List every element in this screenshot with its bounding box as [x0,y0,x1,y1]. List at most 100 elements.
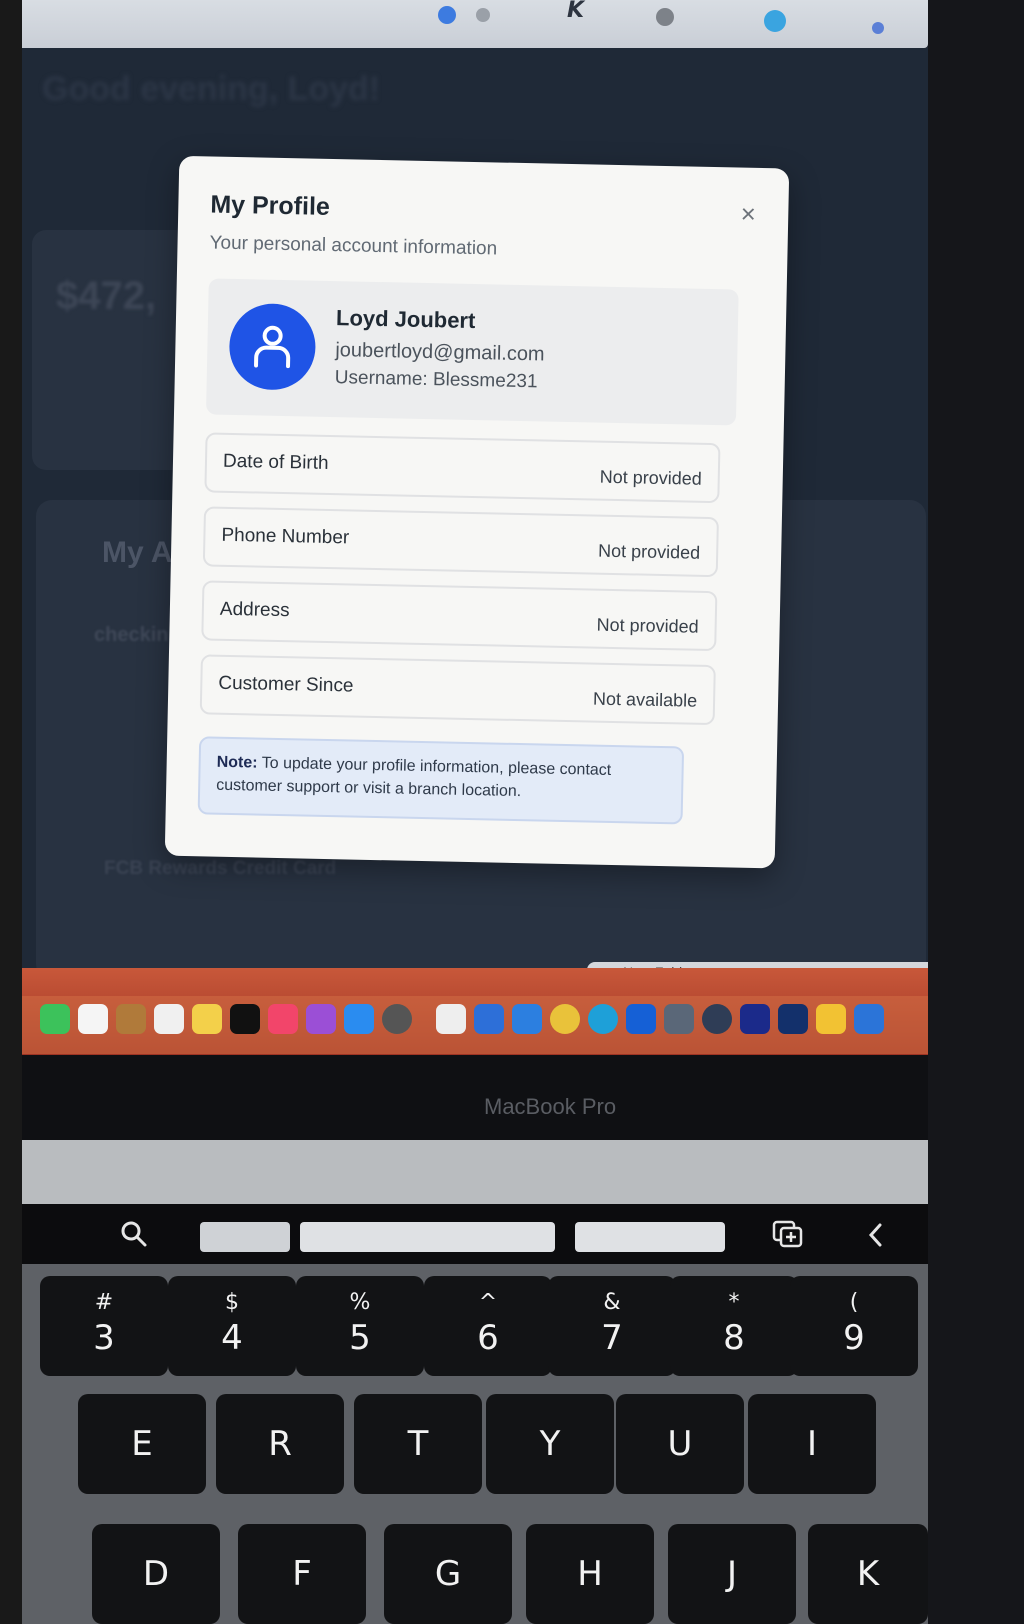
edge-icon[interactable] [588,1004,618,1034]
key-shift-symbol: ^ [478,1290,498,1315]
macbook-label: MacBook Pro [484,1094,617,1119]
key-shift-symbol: % [349,1290,371,1315]
field-value: Not provided [599,466,702,489]
apple-tv-icon[interactable] [230,1004,260,1034]
field-label: Address [219,598,290,622]
key-letter: E [131,1424,153,1464]
key-e[interactable]: E [78,1394,206,1494]
key-letter: H [577,1554,603,1594]
reminders-icon[interactable] [154,1004,184,1034]
key-letter: T [407,1424,429,1464]
textedit-icon[interactable] [436,1004,466,1034]
key-y[interactable]: Y [486,1394,614,1494]
touchbar-thumbnail[interactable] [200,1222,290,1252]
photo-right-edge [928,0,1024,1624]
clock-app-icon[interactable] [702,1004,732,1034]
k-menu-icon[interactable]: K [567,0,584,23]
menu-bar: K [22,0,928,48]
note-prefix: Note: [216,753,258,772]
disk-utility-icon[interactable] [664,1004,694,1034]
calendar-icon[interactable] [78,1004,108,1034]
key-f[interactable]: F [238,1524,366,1624]
key-shift-symbol: $ [225,1290,239,1315]
key-6[interactable]: ^ 6 [424,1276,552,1376]
status-icon[interactable] [656,8,674,26]
credit-card-label[interactable]: FCB Rewards Credit Card [104,858,336,880]
key-letter: D [142,1554,170,1594]
user-name: Loyd Joubert [335,305,476,334]
key-shift-symbol: * [728,1290,740,1315]
facetime-icon[interactable] [40,1004,70,1034]
key-3[interactable]: # 3 [40,1276,168,1376]
key-shift-symbol: # [94,1290,114,1315]
user-username: Username: Blessme231 [334,367,538,393]
note-text: To update your profile information, plea… [216,754,612,801]
duplicate-icon[interactable] [772,1220,804,1248]
greeting-text: Good evening, Loyd! [42,70,381,108]
status-dot-icon[interactable] [764,10,786,32]
folder-icon[interactable] [816,1004,846,1034]
volume-icon[interactable] [476,8,490,22]
field-address: Address Not provided [201,580,718,652]
key-h[interactable]: H [526,1524,654,1624]
preview-icon[interactable] [474,1004,504,1034]
key-9[interactable]: ( 9 [790,1276,918,1376]
field-phone-number: Phone Number Not provided [202,506,719,578]
key-letter: I [806,1424,818,1464]
key-digit: 5 [349,1318,371,1358]
siri-icon[interactable] [872,22,884,34]
key-letter: Y [539,1424,561,1464]
testing-app-icon[interactable] [778,1004,808,1034]
key-d[interactable]: D [92,1524,220,1624]
touchbar-thumbnail[interactable] [300,1222,555,1252]
key-4[interactable]: $ 4 [168,1276,296,1376]
key-5[interactable]: % 5 [296,1276,424,1376]
windows-app-icon[interactable] [512,1004,542,1034]
key-shift-symbol: & [603,1290,621,1315]
podcasts-icon[interactable] [306,1004,336,1034]
key-u[interactable]: U [616,1394,744,1494]
key-7[interactable]: & 7 [548,1276,676,1376]
app-store-icon[interactable] [344,1004,374,1034]
field-value: Not provided [597,540,701,563]
system-settings-icon[interactable] [382,1004,412,1034]
key-j[interactable]: J [668,1524,796,1624]
touchbar-thumbnail[interactable] [575,1222,725,1252]
pen-app-icon[interactable] [740,1004,770,1034]
key-digit: 6 [477,1318,499,1358]
laptop-bezel [22,1055,928,1145]
field-customer-since: Customer Since Not available [199,654,716,726]
field-label: Date of Birth [222,450,329,474]
profile-modal: My Profile Your personal account informa… [164,155,790,869]
key-digit: 8 [723,1318,745,1358]
chevron-left-icon[interactable] [866,1222,884,1248]
music-icon[interactable] [268,1004,298,1034]
close-icon[interactable]: × [734,199,763,229]
contacts-icon[interactable] [116,1004,146,1034]
update-info-note: Note: To update your profile information… [197,736,685,825]
key-g[interactable]: G [384,1524,512,1624]
telegram-icon[interactable] [438,6,456,24]
key-r[interactable]: R [216,1394,344,1494]
key-digit: 9 [843,1318,865,1358]
notes-icon[interactable] [192,1004,222,1034]
key-8[interactable]: * 8 [670,1276,798,1376]
xcode-icon[interactable] [626,1004,656,1034]
field-value: Not available [592,688,698,711]
accounts-title: My A [102,536,173,569]
checking-account-label[interactable]: checkin [94,624,168,647]
key-t[interactable]: T [354,1394,482,1494]
field-label: Customer Since [218,672,354,697]
key-i[interactable]: I [748,1394,876,1494]
downloads-stack-icon[interactable] [854,1004,884,1034]
chrome-icon[interactable] [550,1004,580,1034]
search-icon[interactable] [120,1220,148,1248]
key-letter: G [434,1554,462,1594]
key-letter: F [292,1554,312,1594]
key-letter: J [726,1554,738,1594]
key-digit: 3 [93,1318,115,1358]
key-digit: 7 [601,1318,623,1358]
key-k[interactable]: K [808,1524,928,1624]
key-letter: K [856,1554,880,1594]
key-digit: 4 [221,1318,243,1358]
